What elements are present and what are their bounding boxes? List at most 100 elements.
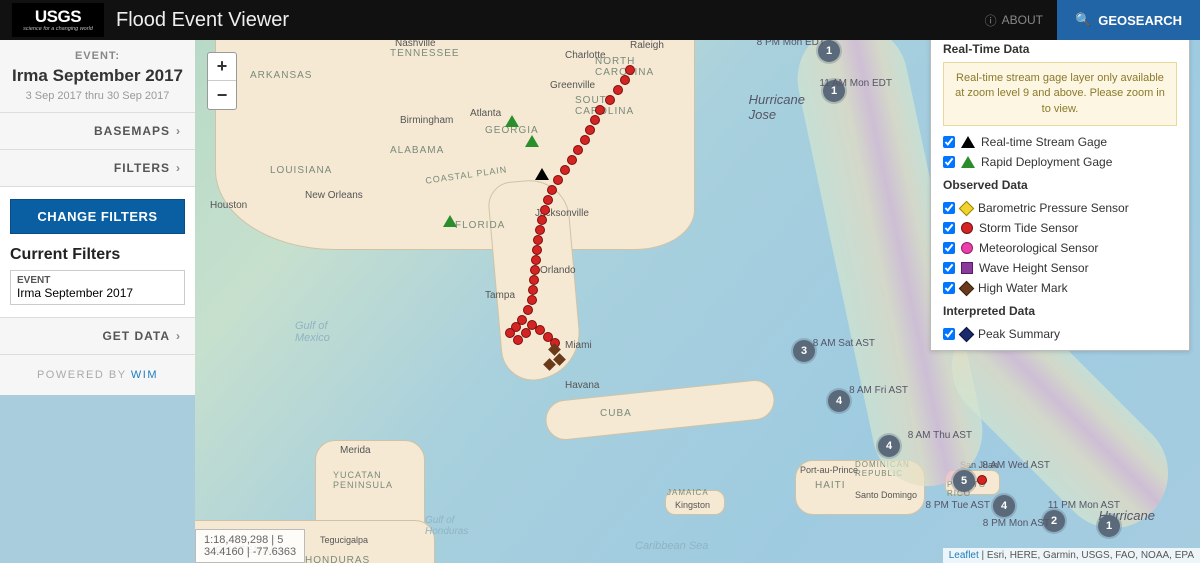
checkbox[interactable]: [943, 136, 955, 148]
app-title: Flood Event Viewer: [116, 9, 289, 32]
filter-chip-event[interactable]: EVENT Irma September 2017: [10, 270, 185, 305]
map-city: Atlanta: [470, 108, 501, 119]
rapid-deployment-gage-marker[interactable]: [525, 135, 539, 147]
storm-tide-sensor-marker[interactable]: [543, 195, 553, 205]
storm-tide-sensor-marker[interactable]: [613, 85, 623, 95]
current-filters-heading: Current Filters: [10, 246, 185, 264]
track-time-label: 8 PM Mon EDT: [757, 40, 825, 48]
map-label-state: ARKANSAS: [250, 70, 312, 81]
checkbox[interactable]: [943, 328, 955, 340]
map-city: Houston: [210, 200, 247, 211]
rapid-deployment-gage-marker[interactable]: [505, 115, 519, 127]
zoom-in-button[interactable]: +: [208, 53, 236, 81]
chevron-right-icon: ›: [176, 329, 181, 343]
about-label: ABOUT: [1002, 13, 1043, 27]
layers-section-realtime: Real-Time Data: [943, 42, 1177, 56]
map-city: Raleigh: [630, 40, 664, 51]
storm-tide-sensor-marker[interactable]: [523, 305, 533, 315]
storm-tide-sensor-marker[interactable]: [527, 295, 537, 305]
event-name: Irma September 2017: [0, 66, 195, 86]
hurricane-position-icon[interactable]: 4: [878, 435, 900, 457]
storm-tide-sensor-marker[interactable]: [567, 155, 577, 165]
layer-toggle-peak[interactable]: Peak Summary: [943, 324, 1177, 344]
zoom-control: + −: [207, 52, 237, 110]
map-city: Tampa: [485, 290, 515, 301]
map-label-country: JAMAICA: [667, 488, 709, 497]
layer-toggle-rdg[interactable]: Rapid Deployment Gage: [943, 152, 1177, 172]
storm-tide-sensor-marker[interactable]: [595, 105, 605, 115]
checkbox[interactable]: [943, 202, 955, 214]
filter-chip-label: EVENT: [17, 275, 178, 286]
checkbox[interactable]: [943, 262, 955, 274]
hurricane-position-icon[interactable]: 1: [1098, 515, 1120, 537]
storm-tide-sensor-marker[interactable]: [553, 175, 563, 185]
map-city: Havana: [565, 380, 599, 391]
hurricane-position-icon[interactable]: 3: [793, 340, 815, 362]
checkbox[interactable]: [943, 242, 955, 254]
storm-tide-sensor-marker[interactable]: [977, 475, 987, 485]
storm-tide-sensor-marker[interactable]: [605, 95, 615, 105]
checkbox[interactable]: [943, 282, 955, 294]
layer-toggle-bps[interactable]: Barometric Pressure Sensor: [943, 198, 1177, 218]
get-data-nav[interactable]: GET DATA ›: [0, 318, 195, 355]
hurricane-name-jose: Hurricane Jose: [749, 92, 805, 122]
storm-tide-sensor-marker[interactable]: [620, 75, 630, 85]
get-data-label: GET DATA: [102, 329, 170, 343]
map-label-state: LOUISIANA: [270, 165, 332, 176]
map-water-label: Gulf of Mexico: [295, 320, 330, 344]
storm-tide-sensor-marker[interactable]: [540, 205, 550, 215]
storm-tide-sensor-marker[interactable]: [531, 255, 541, 265]
map-label-state: ALABAMA: [390, 145, 444, 156]
storm-tide-sensor-marker[interactable]: [547, 185, 557, 195]
map-label-country: HAITI: [815, 480, 846, 491]
storm-tide-sensor-marker[interactable]: [530, 265, 540, 275]
filters-nav[interactable]: FILTERS›: [0, 150, 195, 187]
track-time-label: 11 AM Mon EDT: [819, 78, 892, 89]
storm-tide-sensor-marker[interactable]: [560, 165, 570, 175]
storm-tide-sensor-marker[interactable]: [590, 115, 600, 125]
change-filters-button[interactable]: CHANGE FILTERS: [10, 199, 185, 234]
event-dates: 3 Sep 2017 thru 30 Sep 2017: [0, 86, 195, 112]
leaflet-link[interactable]: Leaflet: [949, 550, 979, 561]
realtime-stream-gage-marker[interactable]: [535, 168, 549, 180]
storm-tide-sensor-marker[interactable]: [528, 285, 538, 295]
checkbox[interactable]: [943, 222, 955, 234]
geosearch-button[interactable]: 🔍 GEOSEARCH: [1057, 0, 1200, 40]
storm-tide-sensor-marker[interactable]: [537, 215, 547, 225]
storm-tide-sensor-marker[interactable]: [573, 145, 583, 155]
layer-toggle-hwm[interactable]: High Water Mark: [943, 278, 1177, 298]
track-time-label: 8 AM Sat AST: [813, 338, 875, 349]
usgs-logo[interactable]: USGS science for a changing world: [12, 3, 104, 37]
layer-toggle-rtsg[interactable]: Real-time Stream Gage: [943, 132, 1177, 152]
circle-magenta-icon: [961, 242, 973, 254]
hurricane-position-icon[interactable]: 5: [953, 470, 975, 492]
wim-link[interactable]: WIM: [131, 369, 158, 381]
map-city: Charlotte: [565, 50, 606, 61]
hurricane-position-icon[interactable]: 4: [993, 495, 1015, 517]
hurricane-position-icon[interactable]: 4: [828, 390, 850, 412]
chevron-right-icon: ›: [176, 124, 181, 138]
search-icon: 🔍: [1075, 12, 1091, 28]
event-heading: EVENT:: [0, 40, 195, 66]
storm-tide-sensor-marker[interactable]: [533, 235, 543, 245]
basemaps-nav[interactable]: BASEMAPS›: [0, 113, 195, 150]
checkbox[interactable]: [943, 156, 955, 168]
storm-tide-sensor-marker[interactable]: [580, 135, 590, 145]
storm-tide-sensor-marker[interactable]: [532, 245, 542, 255]
storm-tide-sensor-marker[interactable]: [585, 125, 595, 135]
storm-tide-sensor-marker[interactable]: [529, 275, 539, 285]
layer-toggle-mets[interactable]: Meteorological Sensor: [943, 238, 1177, 258]
map-label-country: CUBA: [600, 408, 632, 419]
rapid-deployment-gage-marker[interactable]: [443, 215, 457, 227]
layer-toggle-sts[interactable]: Storm Tide Sensor: [943, 218, 1177, 238]
info-icon: ⓘ: [985, 12, 997, 29]
zoom-out-button[interactable]: −: [208, 81, 236, 109]
layer-toggle-whs[interactable]: Wave Height Sensor: [943, 258, 1177, 278]
map-label-region: YUCATAN PENINSULA: [333, 470, 393, 490]
logo-tagline: science for a changing world: [23, 27, 93, 33]
about-link[interactable]: ⓘ ABOUT: [971, 0, 1057, 40]
storm-tide-sensor-marker[interactable]: [625, 65, 635, 75]
map-city: Kingston: [675, 500, 710, 510]
diamond-brown-icon: [959, 280, 975, 296]
storm-tide-sensor-marker[interactable]: [535, 225, 545, 235]
